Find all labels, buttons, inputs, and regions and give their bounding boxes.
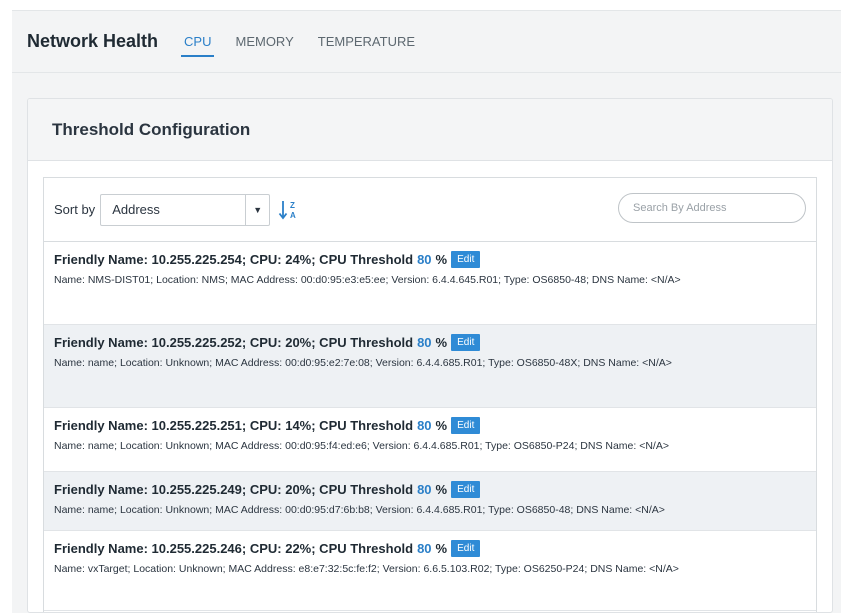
tab-temperature[interactable]: TEMPERATURE (317, 28, 416, 55)
tab-cpu[interactable]: CPU (181, 28, 215, 57)
threshold-panel: Threshold Configuration Sort by Address … (27, 98, 833, 613)
row-summary: Friendly Name: 10.255.225.249; CPU: 20%;… (54, 482, 414, 497)
row-detail: Name: name; Location: Unknown; MAC Addre… (54, 504, 665, 516)
cpu-threshold-value: 80 (417, 252, 432, 267)
list-item: Friendly Name: 10.255.225.251; CPU: 14%;… (44, 408, 816, 472)
cpu-threshold-value: 80 (417, 482, 432, 497)
edit-button[interactable]: Edit (451, 540, 481, 557)
sort-select-value: Address (112, 202, 160, 217)
row-summary: Friendly Name: 10.255.225.251; CPU: 14%;… (54, 418, 414, 433)
list-item: Friendly Name: 10.255.225.249; CPU: 20%;… (44, 472, 816, 531)
row-detail: Name: name; Location: Unknown; MAC Addre… (54, 440, 669, 452)
row-detail: Name: vxTarget; Location: Unknown; MAC A… (54, 563, 679, 575)
list-item: Friendly Name: 10.255.225.254; CPU: 24%;… (44, 242, 816, 325)
list-toolbar: Sort by Address ▼ Z A (44, 178, 816, 242)
percent-sign: % (435, 541, 448, 556)
panel-header: Threshold Configuration (28, 99, 832, 161)
sort-select[interactable]: Address ▼ (100, 193, 271, 226)
cpu-threshold-value: 80 (417, 541, 432, 556)
panel-title: Threshold Configuration (52, 119, 251, 139)
row-summary: Friendly Name: 10.255.225.254; CPU: 24%;… (54, 252, 414, 267)
svg-text:Z: Z (290, 201, 295, 210)
device-list-box: Sort by Address ▼ Z A Friendly Name: 10.… (43, 177, 817, 612)
edit-button[interactable]: Edit (451, 417, 481, 434)
edit-button[interactable]: Edit (451, 481, 481, 498)
edit-button[interactable]: Edit (451, 334, 481, 351)
percent-sign: % (435, 482, 448, 497)
cpu-threshold-value: 80 (417, 335, 432, 350)
percent-sign: % (435, 418, 448, 433)
list-item: Friendly Name: 10.255.225.246; CPU: 22%;… (44, 531, 816, 611)
list-item: Friendly Name: 10.255.225.252; CPU: 20%;… (44, 325, 816, 408)
row-summary: Friendly Name: 10.255.225.252; CPU: 20%;… (54, 335, 414, 350)
row-detail: Name: NMS-DIST01; Location: NMS; MAC Add… (54, 274, 681, 286)
cpu-threshold-value: 80 (417, 418, 432, 433)
sort-label: Sort by (54, 202, 96, 217)
row-detail: Name: name; Location: Unknown; MAC Addre… (54, 357, 672, 369)
caret-down-icon[interactable]: ▼ (245, 194, 269, 225)
percent-sign: % (435, 335, 448, 350)
svg-text:A: A (290, 211, 296, 220)
page-title: Network Health (27, 31, 159, 51)
sort-alpha-icon[interactable]: Z A (278, 198, 300, 222)
edit-button[interactable]: Edit (451, 251, 481, 268)
top-bar: Network Health CPU MEMORY TEMPERATURE (12, 10, 841, 73)
search-input[interactable] (618, 193, 806, 223)
percent-sign: % (435, 252, 448, 267)
row-summary: Friendly Name: 10.255.225.246; CPU: 22%;… (54, 541, 414, 556)
tab-memory[interactable]: MEMORY (234, 28, 294, 55)
